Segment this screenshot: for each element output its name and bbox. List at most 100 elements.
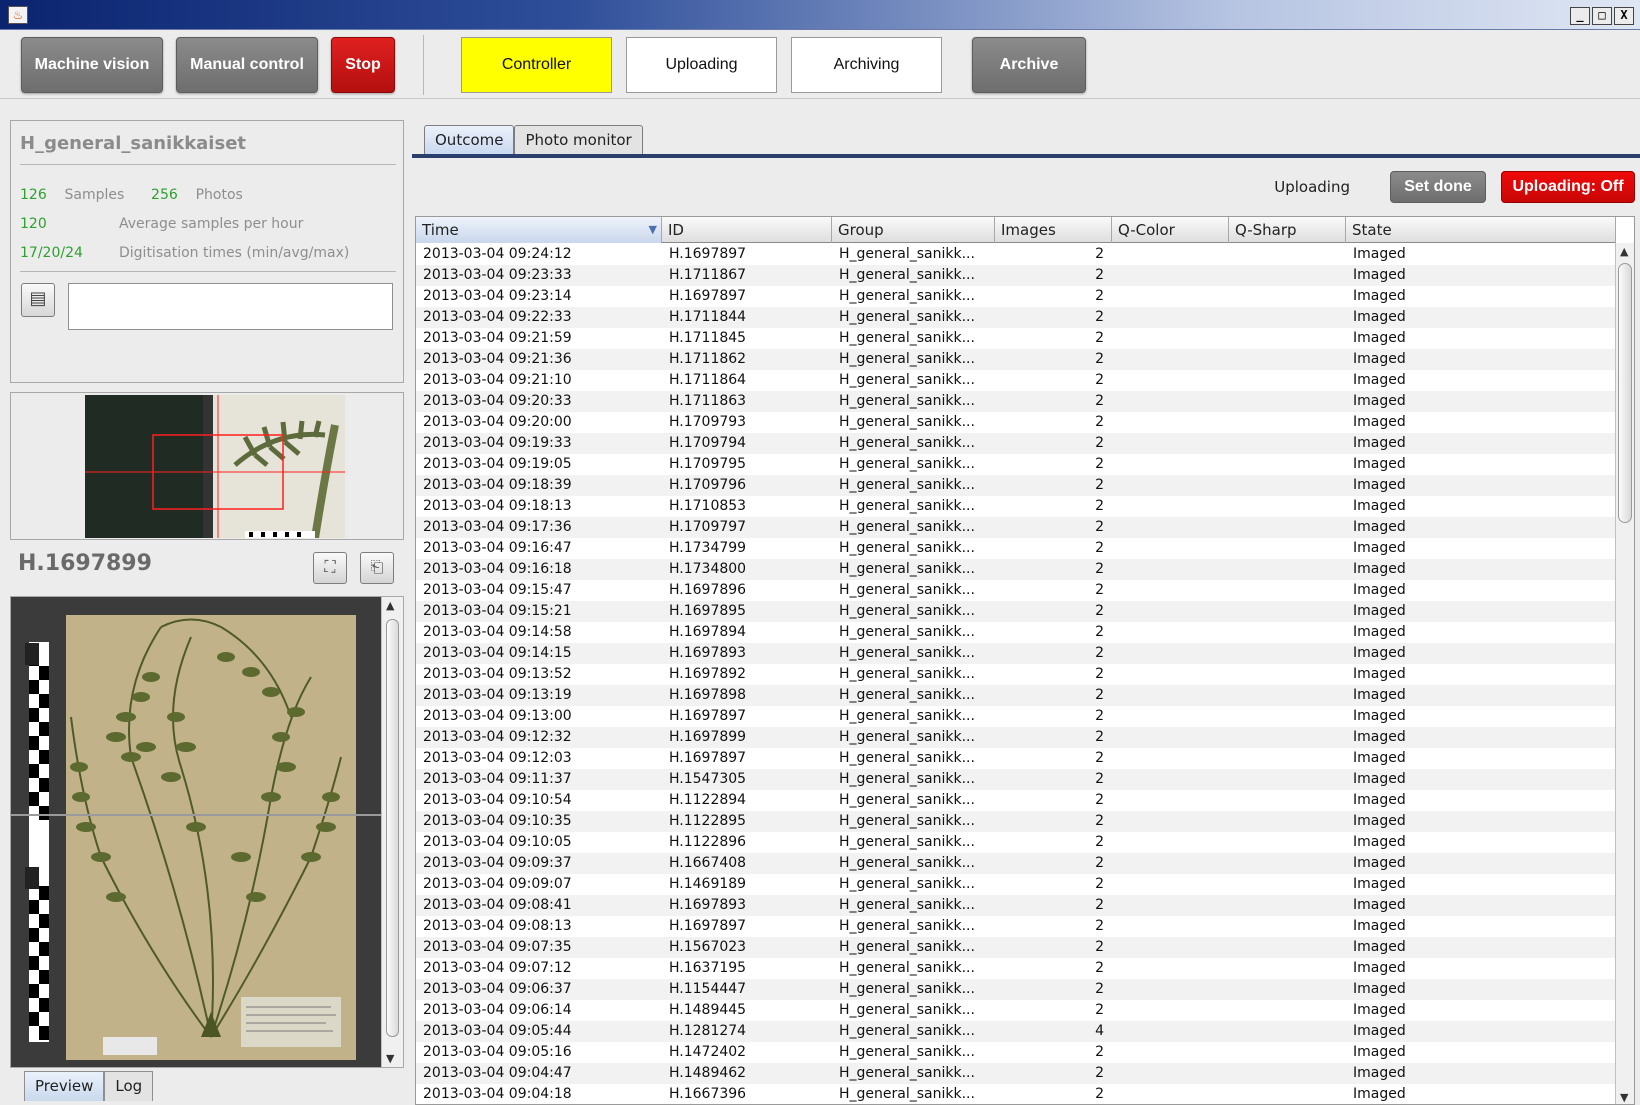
table-row[interactable]: 2013-03-04 09:23:33 H.1711867 H_general_sa… (416, 265, 1616, 286)
close-icon[interactable]: X (1614, 7, 1634, 25)
table-row[interactable]: 2013-03-04 09:04:18 H.1667396 H_general_sa… (416, 1084, 1616, 1104)
column-header-images[interactable]: Images (995, 217, 1112, 243)
column-header-time[interactable]: Time ▼ (416, 217, 662, 243)
cell-group: H_general_sanikk... (839, 813, 975, 829)
cell-images: 2 (1095, 603, 1104, 619)
table-row[interactable]: 2013-03-04 09:07:12 H.1637195 H_general_sa… (416, 958, 1616, 979)
archive-button[interactable]: Archive (972, 37, 1086, 93)
table-row[interactable]: 2013-03-04 09:14:58 H.1697894 H_general_sa… (416, 622, 1616, 643)
maximize-icon[interactable]: □ (1592, 7, 1612, 25)
cell-q-sharp (1229, 244, 1346, 265)
note-input[interactable] (68, 283, 393, 330)
note-icon[interactable]: ▤ (21, 283, 55, 317)
scroll-up-icon[interactable]: ▲ (386, 599, 394, 612)
table-row[interactable]: 2013-03-04 09:07:35 H.1567023 H_general_sa… (416, 937, 1616, 958)
scroll-down-icon[interactable]: ▼ (1620, 1091, 1628, 1104)
cell-id: H.1281274 (669, 1023, 747, 1039)
preview-scrollbar[interactable]: ▲ ▼ (381, 597, 403, 1067)
table-row[interactable]: 2013-03-04 09:19:33 H.1709794 H_general_sa… (416, 433, 1616, 454)
table-row[interactable]: 2013-03-04 09:04:47 H.1489462 H_general_sa… (416, 1063, 1616, 1084)
table-row[interactable]: 2013-03-04 09:15:47 H.1697896 H_general_sa… (416, 580, 1616, 601)
table-row[interactable]: 2013-03-04 09:14:15 H.1697893 H_general_sa… (416, 643, 1616, 664)
controller-status[interactable]: Controller (461, 37, 612, 93)
cell-time: 2013-03-04 09:06:37 (423, 981, 572, 997)
table-row[interactable]: 2013-03-04 09:13:00 H.1697897 H_general_sa… (416, 706, 1616, 727)
table-row[interactable]: 2013-03-04 09:18:39 H.1709796 H_general_sa… (416, 475, 1616, 496)
table-row[interactable]: 2013-03-04 09:11:37 H.1547305 H_general_sa… (416, 769, 1616, 790)
table-row[interactable]: 2013-03-04 09:12:32 H.1697899 H_general_sa… (416, 727, 1616, 748)
archiving-status[interactable]: Archiving (791, 37, 942, 93)
table-row[interactable]: 2013-03-04 09:17:36 H.1709797 H_general_sa… (416, 517, 1616, 538)
thumbnail-panel (10, 392, 404, 540)
set-done-button[interactable]: Set done (1390, 171, 1486, 203)
cell-images: 2 (1095, 918, 1104, 934)
scroll-up-icon[interactable]: ▲ (1620, 245, 1628, 258)
tab-outcome[interactable]: Outcome (424, 125, 515, 155)
stop-button[interactable]: Stop (331, 37, 395, 93)
scroll-thumb[interactable] (386, 619, 399, 1037)
table-row[interactable]: 2013-03-04 09:06:37 H.1154447 H_general_sa… (416, 979, 1616, 1000)
table-row[interactable]: 2013-03-04 09:13:52 H.1697892 H_general_sa… (416, 664, 1616, 685)
cell-id: H.1710853 (669, 498, 747, 514)
table-row[interactable]: 2013-03-04 09:24:12 H.1697897 H_general_sa… (416, 244, 1616, 265)
scroll-thumb[interactable] (1618, 263, 1632, 523)
cell-id: H.1489445 (669, 1002, 747, 1018)
machine-vision-button[interactable]: Machine vision (21, 37, 163, 93)
cell-state: Imaged (1353, 729, 1406, 745)
table-row[interactable]: 2013-03-04 09:08:41 H.1697893 H_general_sa… (416, 895, 1616, 916)
cell-time: 2013-03-04 09:18:39 (423, 477, 572, 493)
table-row[interactable]: 2013-03-04 09:05:44 H.1281274 H_general_sa… (416, 1021, 1616, 1042)
table-row[interactable]: 2013-03-04 09:21:36 H.1711862 H_general_sa… (416, 349, 1616, 370)
manual-control-button[interactable]: Manual control (176, 37, 318, 93)
column-header-id[interactable]: ID (662, 217, 832, 243)
camera-thumbnail[interactable] (85, 395, 345, 538)
cell-state: Imaged (1353, 960, 1406, 976)
column-header-q-sharp[interactable]: Q-Sharp (1229, 217, 1346, 243)
cell-q-color (1112, 370, 1229, 391)
table-row[interactable]: 2013-03-04 09:05:16 H.1472402 H_general_sa… (416, 1042, 1616, 1063)
tab-log[interactable]: Log (104, 1071, 154, 1101)
table-row[interactable]: 2013-03-04 09:09:37 H.1667408 H_general_sa… (416, 853, 1616, 874)
table-row[interactable]: 2013-03-04 09:15:21 H.1697895 H_general_sa… (416, 601, 1616, 622)
table-row[interactable]: 2013-03-04 09:10:05 H.1122896 H_general_sa… (416, 832, 1616, 853)
column-header-group[interactable]: Group (832, 217, 995, 243)
cell-images: 2 (1095, 645, 1104, 661)
cell-images: 2 (1095, 939, 1104, 955)
table-row[interactable]: 2013-03-04 09:10:54 H.1122894 H_general_sa… (416, 790, 1616, 811)
uploading-toggle-button[interactable]: Uploading: Off (1501, 171, 1635, 203)
cell-time: 2013-03-04 09:14:15 (423, 645, 572, 661)
cell-group: H_general_sanikk... (839, 498, 975, 514)
table-row[interactable]: 2013-03-04 09:09:07 H.1469189 H_general_sa… (416, 874, 1616, 895)
table-row[interactable]: 2013-03-04 09:12:03 H.1697897 H_general_sa… (416, 748, 1616, 769)
table-row[interactable]: 2013-03-04 09:08:13 H.1697897 H_general_sa… (416, 916, 1616, 937)
table-row[interactable]: 2013-03-04 09:16:18 H.1734800 H_general_sa… (416, 559, 1616, 580)
table-row[interactable]: 2013-03-04 09:20:00 H.1709793 H_general_sa… (416, 412, 1616, 433)
rotate-icon[interactable]: ⎗ (360, 552, 394, 584)
scroll-down-icon[interactable]: ▼ (386, 1052, 394, 1065)
table-row[interactable]: 2013-03-04 09:21:10 H.1711864 H_general_sa… (416, 370, 1616, 391)
table-row[interactable]: 2013-03-04 09:20:33 H.1711863 H_general_sa… (416, 391, 1616, 412)
minimize-icon[interactable]: _ (1570, 7, 1590, 25)
table-row[interactable]: 2013-03-04 09:19:05 H.1709795 H_general_sa… (416, 454, 1616, 475)
table-row[interactable]: 2013-03-04 09:21:59 H.1711845 H_general_sa… (416, 328, 1616, 349)
table-row[interactable]: 2013-03-04 09:18:13 H.1710853 H_general_sa… (416, 496, 1616, 517)
cell-group: H_general_sanikk... (839, 582, 975, 598)
table-row[interactable]: 2013-03-04 09:22:33 H.1711844 H_general_sa… (416, 307, 1616, 328)
table-row[interactable]: 2013-03-04 09:06:14 H.1489445 H_general_sa… (416, 1000, 1616, 1021)
column-header-q-color[interactable]: Q-Color (1112, 217, 1229, 243)
uploading-status[interactable]: Uploading (626, 37, 777, 93)
cell-group: H_general_sanikk... (839, 855, 975, 871)
column-header-state[interactable]: State (1346, 217, 1616, 243)
tab-preview[interactable]: Preview (24, 1071, 105, 1101)
cell-id: H.1697897 (669, 750, 747, 766)
table-row[interactable]: 2013-03-04 09:16:47 H.1734799 H_general_sa… (416, 538, 1616, 559)
cell-images: 2 (1095, 540, 1104, 556)
table-row[interactable]: 2013-03-04 09:13:19 H.1697898 H_general_sa… (416, 685, 1616, 706)
cell-q-color (1112, 1042, 1229, 1063)
cell-images: 2 (1095, 687, 1104, 703)
tab-photo-monitor[interactable]: Photo monitor (514, 125, 643, 155)
table-scrollbar[interactable]: ▲ ▼ (1615, 243, 1634, 1104)
fit-to-screen-icon[interactable]: ⛶ (313, 552, 347, 584)
table-row[interactable]: 2013-03-04 09:10:35 H.1122895 H_general_sa… (416, 811, 1616, 832)
table-row[interactable]: 2013-03-04 09:23:14 H.1697897 H_general_sa… (416, 286, 1616, 307)
